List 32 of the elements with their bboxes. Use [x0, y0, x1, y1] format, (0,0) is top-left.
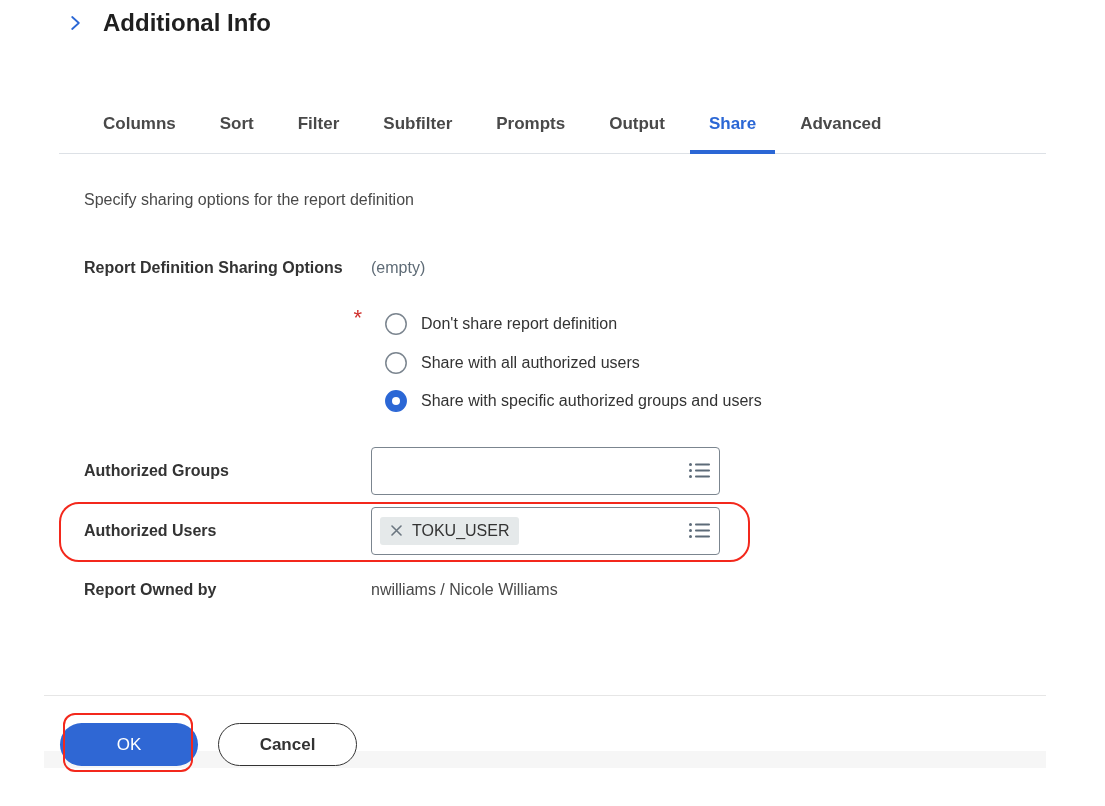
tab[interactable]: Output [590, 96, 684, 154]
field-value: (empty) [371, 258, 426, 278]
radio-button[interactable] [385, 313, 407, 336]
list-icon[interactable] [689, 523, 710, 538]
field-label: Report Definition Sharing Options [84, 258, 343, 278]
section-title: Additional Info [103, 8, 271, 38]
cancel-button[interactable]: Cancel [218, 723, 357, 766]
field-label: Report Owned by [84, 579, 217, 600]
radio-label[interactable]: Share with all authorized users [421, 351, 640, 374]
tab[interactable]: Filter [278, 96, 359, 154]
tab[interactable]: Columns [84, 96, 195, 154]
list-icon[interactable] [689, 463, 710, 478]
description-text: Specify sharing options for the report definition [84, 190, 414, 210]
prompt-field[interactable]: TOKU_USER [371, 506, 720, 555]
radio-label[interactable]: Share with specific authorized groups and users [421, 390, 762, 413]
field-label: Authorized Users [84, 520, 217, 541]
required-mark: * [353, 307, 362, 329]
prompt-field[interactable] [371, 446, 720, 495]
tab[interactable]: Advanced [781, 96, 901, 154]
field-label: Authorized Groups [84, 460, 229, 481]
radio-label[interactable]: Don't share report definition [421, 313, 618, 336]
tab[interactable]: Share [689, 96, 776, 154]
tab[interactable]: Sort [200, 96, 273, 154]
tab[interactable]: Subfilter [364, 96, 472, 154]
chevron-right-icon[interactable] [71, 16, 80, 30]
radio-button[interactable] [385, 351, 407, 374]
field-value: nwilliams / Nicole Williams [371, 579, 558, 600]
user-token[interactable]: TOKU_USER [380, 516, 519, 545]
tab[interactable]: Prompts [477, 96, 585, 154]
remove-icon[interactable] [391, 525, 402, 536]
ok-button[interactable]: OK [60, 723, 198, 766]
radio-button[interactable] [385, 390, 407, 413]
